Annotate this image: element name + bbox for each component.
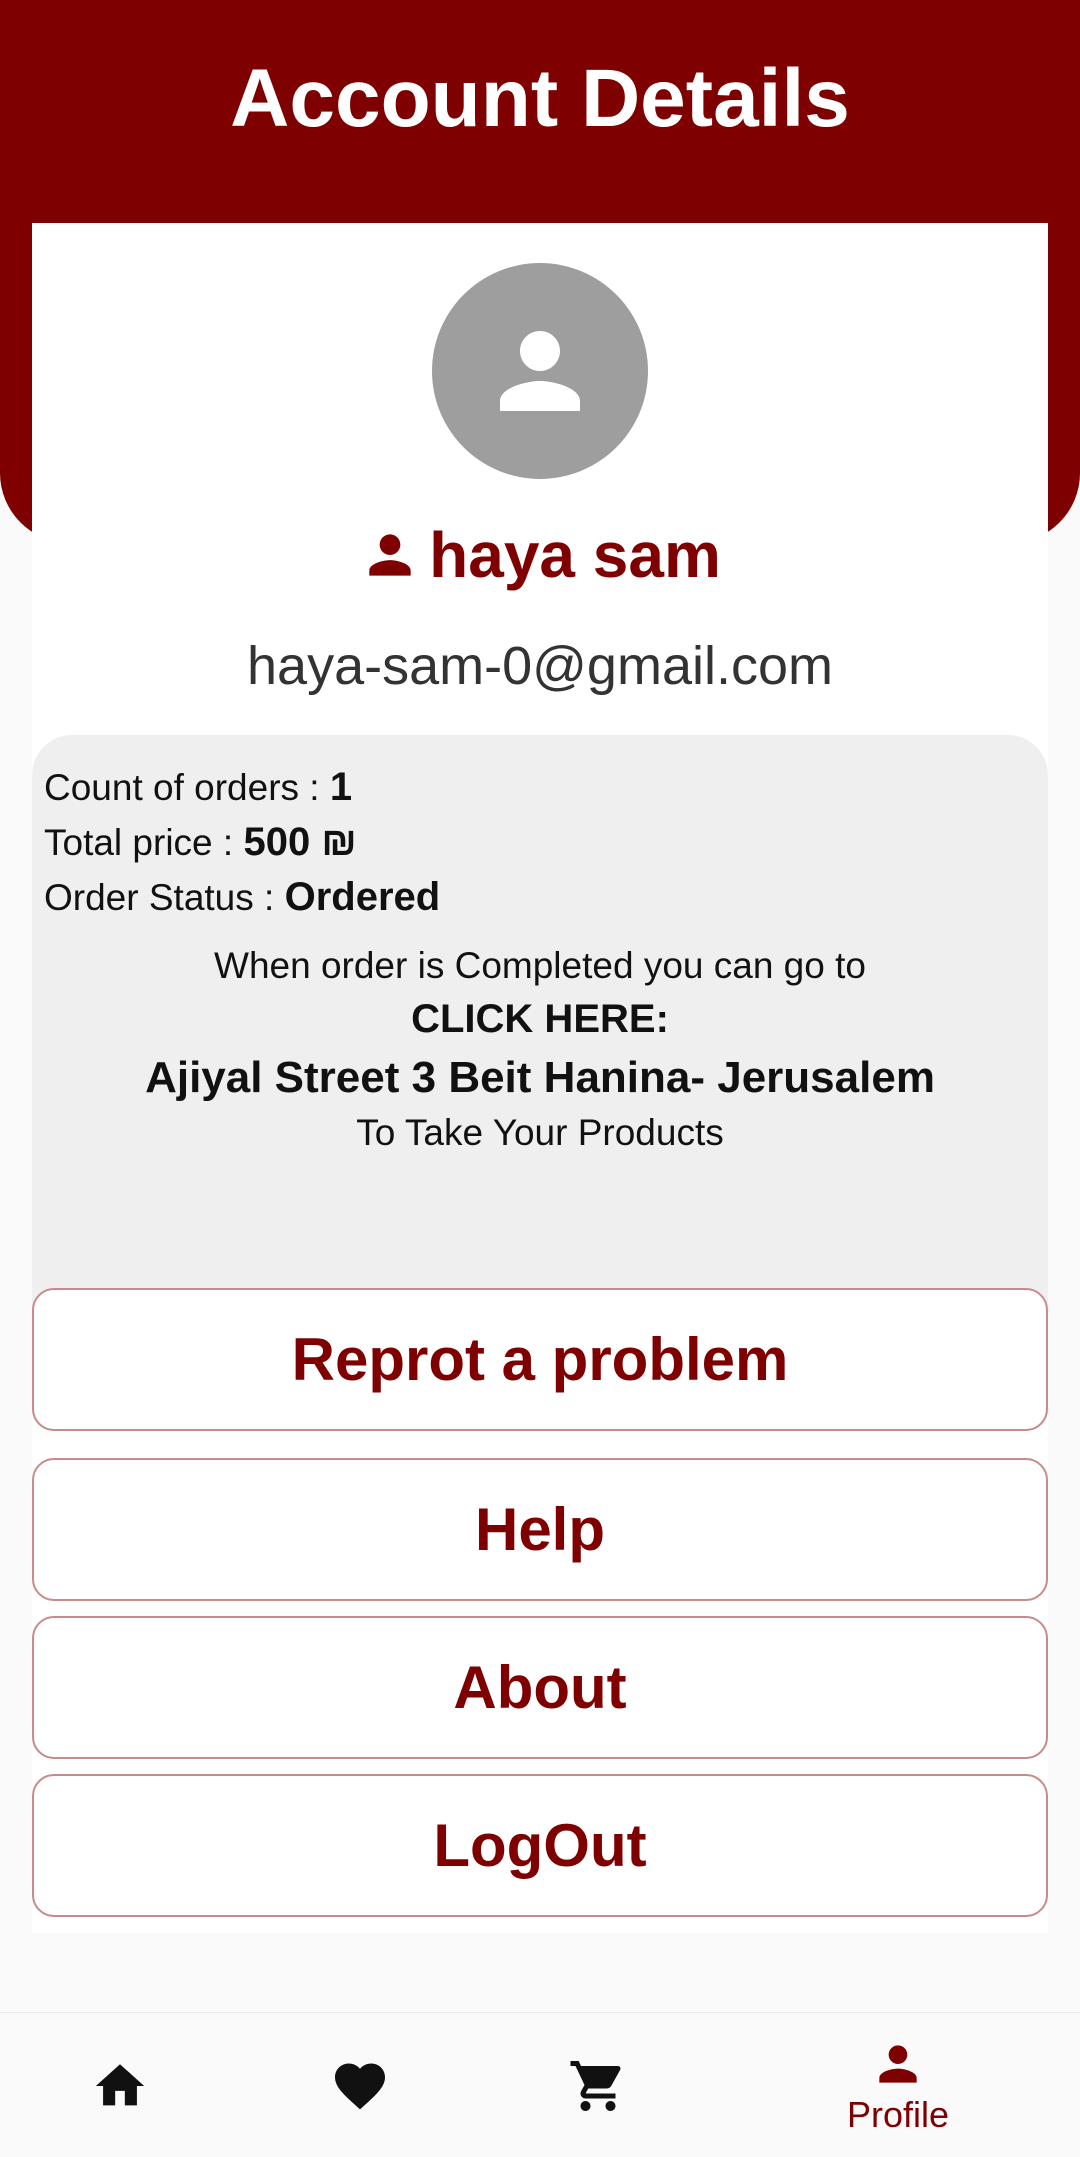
- total-price-line: Total price : 500 ₪: [44, 820, 357, 865]
- user-email: haya-sam-0@gmail.com: [247, 636, 833, 696]
- total-price-value: 500 ₪: [243, 820, 357, 864]
- person-icon: [500, 331, 580, 411]
- nav-profile-label: Profile: [846, 2093, 950, 2135]
- click-here-link[interactable]: CLICK HERE:: [32, 997, 1048, 1042]
- about-button[interactable]: About: [32, 1616, 1048, 1759]
- page-title: Account Details: [230, 53, 850, 144]
- nav-profile[interactable]: Profile: [838, 2013, 958, 2157]
- total-price-label: Total price :: [44, 822, 244, 863]
- avatar: [432, 263, 648, 479]
- pickup-address: Ajiyal Street 3 Beit Hanina- Jerusalem: [145, 1053, 935, 1102]
- user-name: haya sam: [429, 519, 721, 591]
- person-icon: [369, 534, 411, 576]
- nav-cart[interactable]: [538, 2013, 658, 2157]
- logout-button[interactable]: LogOut: [32, 1774, 1048, 1917]
- orders-count-label: Count of orders :: [44, 767, 330, 808]
- user-name-row: haya sam: [32, 515, 1048, 595]
- nav-favorites[interactable]: [300, 2013, 420, 2157]
- order-info-box: Count of orders : 1 Total price : 500 ₪ …: [32, 735, 1048, 1367]
- bottom-navigation: Profile: [0, 2012, 1080, 2157]
- pickup-outro: To Take Your Products: [356, 1112, 724, 1153]
- nav-home[interactable]: [60, 2013, 180, 2157]
- orders-count-line: Count of orders : 1: [44, 765, 352, 810]
- report-problem-button[interactable]: Reprot a problem: [32, 1288, 1048, 1431]
- order-status-line: Order Status : Ordered: [44, 875, 440, 920]
- cart-icon: [570, 2060, 621, 2111]
- orders-count-value: 1: [329, 765, 353, 809]
- pickup-intro: When order is Completed you can go to: [214, 945, 866, 986]
- order-status-label: Order Status :: [44, 877, 285, 918]
- heart-icon: [335, 2063, 385, 2109]
- person-icon: [879, 2044, 917, 2083]
- help-button[interactable]: Help: [32, 1458, 1048, 1601]
- order-status-value: Ordered: [284, 875, 441, 919]
- account-card: haya sam haya-sam-0@gmail.com Count of o…: [32, 223, 1048, 1933]
- home-icon: [95, 2063, 145, 2105]
